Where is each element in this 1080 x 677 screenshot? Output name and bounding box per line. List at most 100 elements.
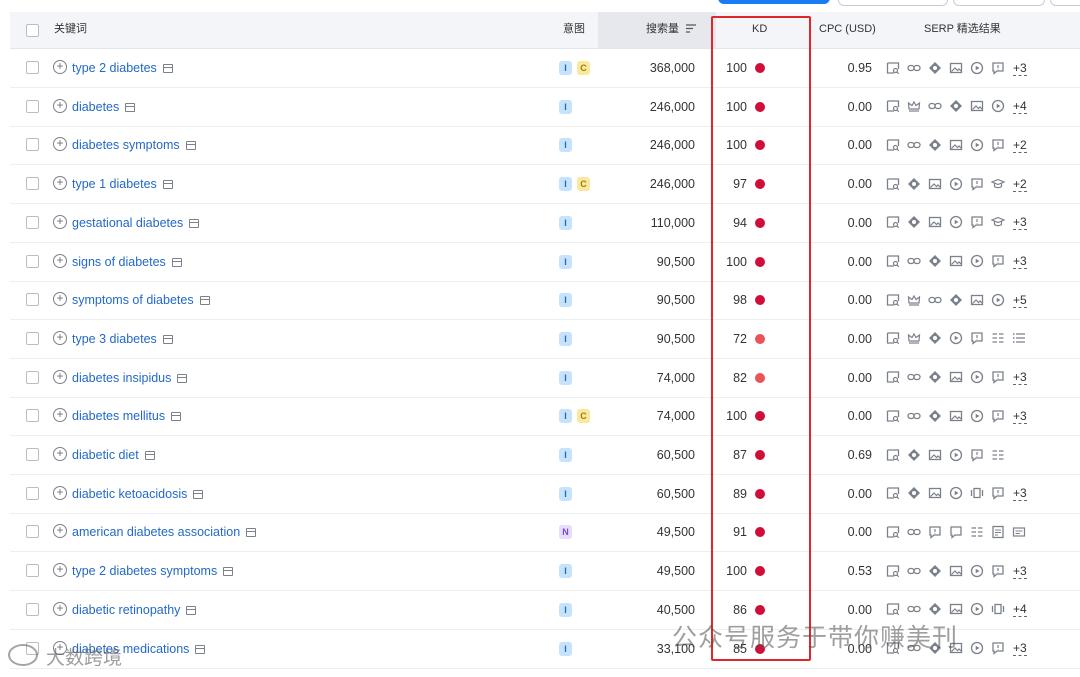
serp-preview-icon[interactable]	[885, 525, 900, 540]
faq-icon[interactable]	[990, 254, 1005, 269]
keyword-link[interactable]: signs of diabetes	[72, 243, 182, 281]
serp-snapshot-icon[interactable]	[162, 64, 173, 73]
more-serp-features[interactable]: +4	[1013, 99, 1027, 115]
serp-preview-icon[interactable]	[885, 564, 900, 579]
more-serp-features[interactable]: +2	[1013, 138, 1027, 153]
add-to-list-icon[interactable]: +	[53, 563, 67, 578]
keyword-text[interactable]: type 2 diabetes symptoms	[72, 564, 217, 578]
image-icon[interactable]	[948, 564, 963, 579]
keyword-link[interactable]: symptoms of diabetes	[72, 281, 210, 319]
row-checkbox[interactable]	[26, 409, 39, 423]
image-icon[interactable]	[948, 602, 963, 617]
keyword-link[interactable]: diabetes	[72, 88, 136, 126]
list-icon[interactable]	[1011, 331, 1026, 346]
link-icon[interactable]	[906, 370, 921, 385]
row-checkbox[interactable]	[26, 331, 39, 345]
serp-snapshot-icon[interactable]	[185, 141, 196, 151]
add-to-list-icon[interactable]: +	[53, 485, 67, 500]
add-to-list-icon[interactable]: +	[53, 447, 67, 461]
add-to-list-icon[interactable]: +	[53, 524, 67, 539]
image-icon[interactable]	[969, 99, 984, 114]
image-icon[interactable]	[948, 409, 963, 424]
more-serp-features[interactable]: +3	[1013, 215, 1027, 231]
image-icon[interactable]	[927, 215, 942, 230]
keyword-text[interactable]: diabetic ketoacidosis	[72, 487, 187, 501]
crown-icon[interactable]	[906, 331, 921, 346]
link-icon[interactable]	[927, 99, 942, 114]
keyword-link[interactable]: diabetic diet	[72, 436, 155, 474]
serp-snapshot-icon[interactable]	[144, 451, 155, 460]
more-action-button[interactable]	[1050, 0, 1080, 6]
video-icon[interactable]	[969, 138, 984, 153]
video-icon[interactable]	[990, 293, 1005, 308]
crown-icon[interactable]	[906, 99, 921, 114]
serp-snapshot-icon[interactable]	[171, 257, 182, 267]
keyword-text[interactable]: diabetes symptoms	[72, 138, 180, 152]
header-serp-features[interactable]: SERP 精选结果	[924, 12, 1001, 48]
more-serp-features[interactable]: +4	[1013, 602, 1027, 618]
diamond-icon[interactable]	[927, 370, 942, 385]
header-kd[interactable]: KD	[752, 12, 767, 48]
serp-preview-icon[interactable]	[885, 293, 900, 308]
video-icon[interactable]	[948, 215, 963, 230]
faq-icon[interactable]	[990, 641, 1005, 656]
secondary-action-button[interactable]	[838, 0, 948, 6]
serp-preview-icon[interactable]	[885, 448, 900, 463]
faq-icon[interactable]	[969, 331, 984, 346]
serp-snapshot-icon[interactable]	[189, 218, 200, 228]
keyword-link[interactable]: diabetic ketoacidosis	[72, 475, 204, 513]
link-icon[interactable]	[906, 564, 921, 579]
more-serp-features[interactable]: +3	[1013, 486, 1027, 502]
diamond-icon[interactable]	[927, 602, 942, 617]
serp-snapshot-icon[interactable]	[162, 334, 173, 344]
header-cpc[interactable]: CPC (USD)	[819, 12, 876, 48]
serp-preview-icon[interactable]	[885, 61, 900, 76]
image-icon[interactable]	[927, 486, 942, 501]
link-icon[interactable]	[906, 138, 921, 153]
serp-preview-icon[interactable]	[885, 331, 900, 346]
serp-snapshot-icon[interactable]	[162, 180, 173, 190]
table-icon[interactable]	[990, 448, 1005, 463]
link-icon[interactable]	[906, 254, 921, 269]
video-icon[interactable]	[969, 370, 984, 385]
tertiary-action-button[interactable]	[953, 0, 1045, 6]
faq-icon[interactable]	[990, 61, 1005, 76]
row-checkbox[interactable]	[26, 525, 39, 539]
faq-icon[interactable]	[927, 525, 942, 540]
serp-preview-icon[interactable]	[885, 99, 900, 114]
keyword-link[interactable]: type 1 diabetes	[72, 165, 173, 203]
video-icon[interactable]	[969, 602, 984, 617]
image-icon[interactable]	[948, 254, 963, 269]
serp-snapshot-icon[interactable]	[193, 489, 204, 499]
video-icon[interactable]	[969, 641, 984, 656]
add-to-list-icon[interactable]: +	[53, 176, 67, 191]
faq-icon[interactable]	[969, 177, 984, 192]
carousel-icon[interactable]	[969, 486, 984, 501]
diamond-icon[interactable]	[948, 293, 963, 308]
link-icon[interactable]	[906, 602, 921, 617]
add-to-list-icon[interactable]: +	[53, 137, 67, 152]
more-serp-features[interactable]: +5	[1013, 293, 1027, 308]
keyword-text[interactable]: type 2 diabetes	[72, 61, 157, 75]
header-intent[interactable]: 意图	[563, 12, 585, 48]
keyword-text[interactable]: symptoms of diabetes	[72, 293, 194, 307]
row-checkbox[interactable]	[26, 61, 39, 74]
keyword-link[interactable]: diabetic retinopathy	[72, 591, 197, 629]
header-keyword[interactable]: 关键词	[54, 12, 87, 48]
keyword-link[interactable]: type 2 diabetes	[72, 49, 173, 87]
video-icon[interactable]	[969, 61, 984, 76]
serp-preview-icon[interactable]	[885, 486, 900, 501]
row-checkbox[interactable]	[26, 99, 39, 113]
keyword-text[interactable]: signs of diabetes	[72, 255, 166, 269]
image-icon[interactable]	[927, 448, 942, 463]
diamond-icon[interactable]	[927, 409, 942, 424]
keyword-link[interactable]: american diabetes association	[72, 513, 257, 551]
diamond-icon[interactable]	[906, 448, 921, 463]
serp-snapshot-icon[interactable]	[199, 296, 210, 306]
video-icon[interactable]	[948, 448, 963, 463]
keyword-link[interactable]: type 3 diabetes	[72, 320, 173, 358]
diamond-icon[interactable]	[906, 486, 921, 501]
ad-icon[interactable]	[1011, 525, 1026, 540]
faq-icon[interactable]	[990, 564, 1005, 579]
diamond-icon[interactable]	[927, 138, 942, 153]
